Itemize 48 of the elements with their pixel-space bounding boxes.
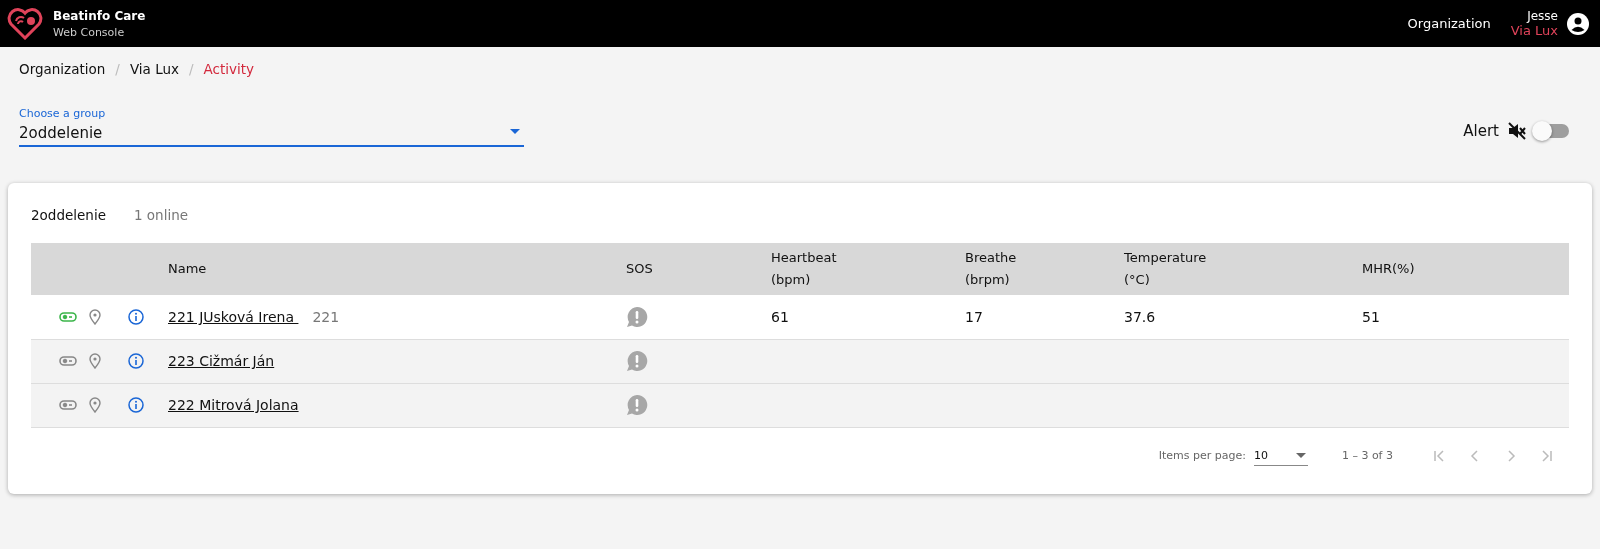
column-header: SOS — [626, 260, 653, 278]
info-icon[interactable] — [128, 353, 144, 369]
location-pin-icon[interactable] — [89, 308, 101, 325]
sos-alert-icon[interactable] — [626, 350, 648, 372]
first-arrow-icon — [1431, 447, 1447, 464]
person-code: 221 — [312, 308, 340, 325]
app-title: Beatinfo Care — [53, 8, 146, 23]
info-icon[interactable] — [128, 397, 144, 413]
account-icon[interactable] — [1566, 11, 1590, 36]
breathe-value: 17 — [965, 308, 983, 325]
group-name: 2oddelenie — [31, 207, 106, 223]
column-header: MHR(%) — [1362, 260, 1415, 278]
breadcrumb-link[interactable]: Organization — [19, 61, 106, 77]
person-link[interactable]: 221 JUsková Irena — [168, 308, 299, 325]
breadcrumb-separator: / — [188, 61, 194, 77]
organization-link[interactable]: Organization — [1407, 16, 1491, 31]
location-pin-icon[interactable] — [89, 353, 101, 369]
person-link[interactable]: 223 Cižmár Ján — [168, 353, 275, 369]
app-subtitle: Web Console — [53, 25, 126, 39]
location-pin-icon[interactable] — [89, 397, 101, 413]
alert-toggle[interactable] — [1535, 124, 1569, 138]
last-arrow-icon — [1539, 447, 1555, 464]
column-header: Temperature (°C) — [1124, 249, 1207, 289]
organization-name: Via Lux — [1510, 23, 1558, 38]
column-header: Name — [168, 260, 207, 278]
info-icon[interactable] — [128, 308, 144, 325]
alert-label: Alert — [1463, 122, 1499, 140]
heartbeat-value: 61 — [771, 308, 789, 325]
page-size-select[interactable]: 10 — [1253, 445, 1308, 466]
mhr-value: 51 — [1362, 308, 1380, 325]
group-select[interactable]: Choose a group 2oddelenie — [19, 107, 524, 147]
breadcrumb-separator: / — [115, 61, 120, 77]
user-name: Jesse — [1527, 9, 1558, 23]
column-header: Heartbeat (bpm) — [771, 249, 837, 289]
heart-logo-icon — [7, 7, 43, 40]
muted-speaker-icon — [1507, 121, 1527, 141]
breadcrumb-link[interactable]: Via Lux — [129, 61, 179, 77]
items-per-page-label: Items per page: — [1158, 449, 1246, 462]
caret-icon — [1295, 452, 1306, 458]
column-header: Breathe (brpm) — [965, 249, 1017, 289]
page-range: 1 – 3 of 3 — [1341, 449, 1393, 462]
breadcrumb-link[interactable]: Activity — [203, 61, 255, 77]
online-count: 1 online — [133, 207, 189, 223]
sos-alert-icon[interactable] — [626, 305, 648, 328]
caret-icon — [510, 128, 520, 134]
person-link[interactable]: 222 Mitrová Jolana — [168, 397, 299, 413]
sos-alert-icon[interactable] — [626, 394, 648, 416]
temperature-value: 37.6 — [1124, 308, 1156, 325]
